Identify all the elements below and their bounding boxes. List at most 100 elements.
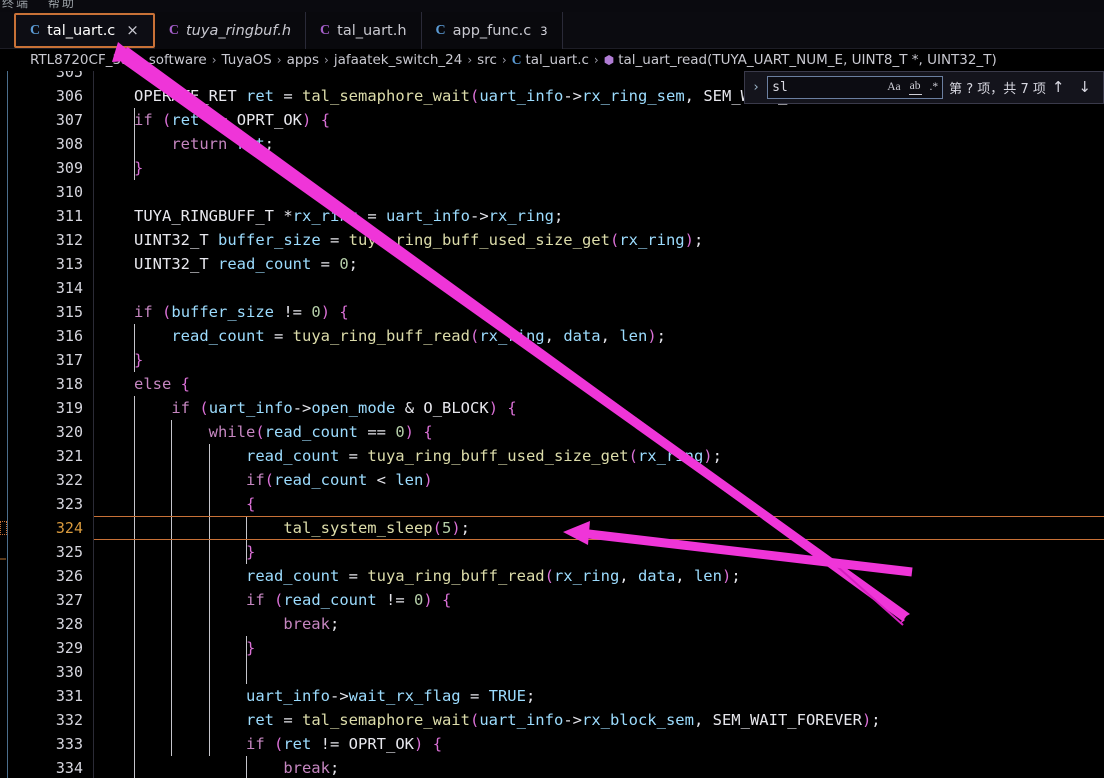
tab-app-func-c[interactable]: C app_func.c 3: [421, 12, 563, 49]
breadcrumb-symbol[interactable]: tal_uart_read(TUYA_UART_NUM_E, UINT8_T *…: [618, 52, 997, 68]
line-number: 316: [55, 327, 83, 345]
line-number: 310: [55, 183, 83, 201]
breadcrumb-segment-src[interactable]: src: [477, 52, 497, 68]
code-token: {: [180, 375, 191, 393]
code-line[interactable]: }: [134, 348, 143, 372]
menu-item-terminal[interactable]: 终端: [2, 0, 30, 10]
chevron-right-icon[interactable]: ›: [751, 80, 761, 95]
code-line[interactable]: uart_info->wait_rx_flag = TRUE;: [134, 684, 535, 708]
code-token: UINT32_T: [134, 255, 209, 273]
code-token: ;: [460, 519, 470, 537]
code-token: !=: [199, 111, 237, 129]
code-line[interactable]: if (read_count != 0) {: [134, 588, 451, 612]
line-number: 320: [55, 423, 83, 441]
code-token: ): [488, 399, 499, 417]
code-token: *: [273, 207, 293, 225]
breadcrumb-segment-apps[interactable]: apps: [287, 52, 319, 68]
code-token: (: [628, 447, 638, 465]
code-token: uart_info: [479, 711, 564, 729]
code-token: (: [162, 111, 172, 129]
code-token: =: [264, 327, 293, 345]
find-widget[interactable]: › sl Aa ab .* 第 ? 项，共 7 项 ↑ ↓: [744, 71, 1104, 104]
code-token: ;: [264, 135, 275, 153]
match-case-icon[interactable]: Aa: [886, 81, 901, 95]
breadcrumb-segment-root[interactable]: RTL8720CF_3.5: [30, 52, 134, 68]
code-token: 0: [311, 303, 321, 321]
breadcrumb-segment-software[interactable]: software: [149, 52, 207, 68]
find-next-icon[interactable]: ↓: [1078, 80, 1091, 95]
code-token: ): [647, 327, 657, 345]
code-token: ==: [358, 423, 396, 441]
code-line[interactable]: if (ret != OPRT_OK) {: [134, 108, 330, 132]
code-line[interactable]: ret = tal_semaphore_wait(uart_info->rx_b…: [134, 708, 881, 732]
code-token: ret: [283, 735, 312, 753]
code-line[interactable]: read_count = tuya_ring_buff_used_size_ge…: [134, 444, 722, 468]
code-line[interactable]: while(read_count == 0) {: [134, 420, 433, 444]
line-number: 309: [55, 159, 83, 177]
line-number: 318: [55, 375, 83, 393]
code-token: if: [245, 471, 265, 489]
regex-icon[interactable]: .*: [929, 81, 940, 95]
code-line[interactable]: else {: [134, 372, 190, 396]
code-line[interactable]: read_count = tuya_ring_buff_read(rx_ring…: [134, 324, 666, 348]
code-token: !=: [274, 303, 312, 321]
tab-label: tal_uart.c: [47, 22, 116, 39]
code-token: if: [134, 111, 153, 129]
menu-item-help[interactable]: 帮助: [48, 0, 76, 10]
code-token: data: [563, 327, 601, 345]
c-file-icon: C: [435, 22, 446, 38]
code-token: }: [245, 543, 256, 561]
tab-tuya-ringbuf-h[interactable]: C tuya_ringbuf.h: [154, 12, 307, 49]
code-line[interactable]: tal_system_sleep(5);: [134, 516, 470, 540]
code-line[interactable]: UINT32_T buffer_size = tuya_ring_buff_us…: [134, 228, 703, 252]
code-line[interactable]: break;: [134, 612, 339, 636]
code-token: ret: [171, 111, 200, 129]
line-number: 322: [55, 471, 83, 489]
code-token: ;: [693, 231, 704, 249]
code-line[interactable]: TUYA_RINGBUFF_T *rx_ring = uart_info->rx…: [134, 204, 563, 228]
breadcrumb-file[interactable]: tal_uart.c: [525, 52, 588, 68]
line-number: 324: [55, 519, 83, 537]
code-token: {: [423, 423, 433, 441]
code-line[interactable]: read_count = tuya_ring_buff_read(rx_ring…: [134, 564, 741, 588]
code-token: ): [320, 303, 331, 321]
breadcrumb-segment-tuyaos[interactable]: TuyaOS: [222, 52, 272, 68]
code-token: rx_ring: [292, 207, 358, 225]
find-previous-icon[interactable]: ↑: [1052, 80, 1065, 95]
code-line[interactable]: if (uart_info->open_mode & O_BLOCK) {: [134, 396, 516, 420]
c-file-icon: C: [511, 52, 522, 67]
code-token: ): [423, 471, 433, 489]
code-token: ): [721, 567, 732, 585]
code-line[interactable]: {: [134, 492, 255, 516]
code-line[interactable]: if(read_count < len): [134, 468, 433, 492]
breadcrumb[interactable]: RTL8720CF_3.5 › software › TuyaOS › apps…: [0, 49, 1104, 71]
tab-tal-uart-h[interactable]: C tal_uart.h: [306, 12, 422, 49]
code-token: if: [245, 735, 265, 753]
code-line[interactable]: }: [134, 636, 255, 660]
code-line[interactable]: if (ret != OPRT_OK) {: [134, 732, 442, 756]
code-line[interactable]: return ret;: [134, 132, 274, 156]
close-icon[interactable]: ×: [126, 23, 139, 38]
whole-word-icon[interactable]: ab: [908, 80, 922, 95]
code-line[interactable]: }: [134, 540, 255, 564]
code-line[interactable]: if (buffer_size != 0) {: [134, 300, 349, 324]
code-token: ): [404, 423, 415, 441]
code-line[interactable]: }: [134, 156, 143, 180]
c-file-icon: C: [320, 22, 331, 38]
code-content[interactable]: OPERATE_RET ret = tal_semaphore_wait(uar…: [94, 71, 1104, 778]
chevron-right-icon: ›: [324, 53, 329, 67]
find-input[interactable]: sl Aa ab .*: [767, 76, 944, 99]
code-token: ret: [236, 135, 265, 153]
code-token: uart_info: [479, 87, 564, 105]
tab-tal-uart-c[interactable]: C tal_uart.c ×: [14, 13, 155, 48]
menu-bar[interactable]: 终端 帮助: [0, 0, 1104, 12]
breadcrumb-segment-jafaatek[interactable]: jafaatek_switch_24: [334, 52, 463, 68]
find-match-count: 第 ? 项，共 7 项: [949, 82, 1046, 97]
code-editor[interactable]: 305 306 307 308 309 310 311 312 313 314 315 316 317 3…: [0, 71, 1104, 778]
code-line[interactable]: UINT32_T read_count = 0;: [134, 252, 358, 276]
code-line[interactable]: break;: [134, 756, 339, 778]
